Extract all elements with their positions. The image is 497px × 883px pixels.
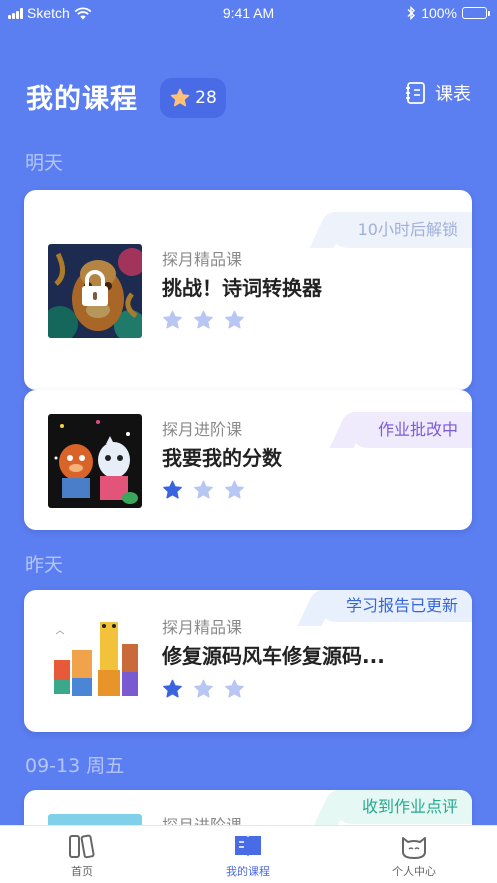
star-filled-icon xyxy=(163,480,182,499)
books-icon xyxy=(69,834,95,859)
schedule-icon xyxy=(406,82,425,104)
tab-profile-label: 个人中心 xyxy=(392,865,436,878)
status-tag: 作业批改中 xyxy=(349,412,472,448)
star-filled-icon xyxy=(163,679,182,698)
tab-my-courses[interactable]: 我的课程 xyxy=(188,832,308,879)
course-stars xyxy=(162,310,245,330)
star-empty-icon xyxy=(194,310,213,329)
section-label-yesterday: 昨天 xyxy=(25,554,64,576)
course-title: 挑战！诗词转换器 xyxy=(162,276,322,300)
course-stars xyxy=(162,480,245,500)
status-tag: 10小时后解锁 xyxy=(329,212,472,248)
bluetooth-icon xyxy=(407,6,416,20)
open-book-icon xyxy=(235,836,261,857)
course-title: 修复源码风车修复源码... xyxy=(162,644,385,668)
battery-icon xyxy=(462,7,490,19)
status-right: 100% xyxy=(407,5,490,21)
star-empty-icon xyxy=(225,310,244,329)
star-empty-icon xyxy=(225,679,244,698)
schedule-button[interactable]: 课表 xyxy=(405,80,471,106)
course-title: 我要我的分数 xyxy=(162,446,282,470)
tab-bar: 首页 我的课程 个人中心 xyxy=(0,825,497,883)
course-category: 探月进阶课 xyxy=(162,420,243,439)
tab-home-label: 首页 xyxy=(71,865,93,878)
characters-illustration xyxy=(48,414,142,508)
tab-my-courses-label: 我的课程 xyxy=(226,865,270,878)
star-count-badge[interactable]: 28 xyxy=(160,78,226,118)
course-category: 探月精品课 xyxy=(162,618,243,637)
star-count: 28 xyxy=(195,88,217,108)
schedule-label: 课表 xyxy=(435,84,471,105)
course-category: 探月精品课 xyxy=(162,250,243,269)
animals-illustration xyxy=(48,614,142,708)
star-empty-icon xyxy=(194,679,213,698)
cat-face-icon xyxy=(402,837,426,859)
status-bar: Sketch 9:41 AM 100% xyxy=(0,0,497,26)
star-empty-icon xyxy=(163,310,182,329)
star-empty-icon xyxy=(225,480,244,499)
battery-percent: 100% xyxy=(421,5,457,21)
status-tag: 学习报告已更新 xyxy=(317,590,472,622)
status-tag: 收到作业点评 xyxy=(333,790,472,824)
star-empty-icon xyxy=(194,480,213,499)
section-label-date: 09-13 周五 xyxy=(25,755,125,777)
tab-home[interactable]: 首页 xyxy=(22,832,142,879)
course-thumbnail xyxy=(48,614,142,708)
course-card-3[interactable]: 探月精品课 修复源码风车修复源码... 学习报告已更新 xyxy=(24,590,472,732)
star-icon xyxy=(170,88,190,107)
course-thumbnail xyxy=(48,244,142,338)
course-thumbnail xyxy=(48,414,142,508)
lock-icon xyxy=(82,270,108,306)
course-stars xyxy=(162,679,245,699)
tab-profile[interactable]: 个人中心 xyxy=(354,832,474,879)
course-card-2[interactable]: 探月进阶课 我要我的分数 作业批改中 xyxy=(24,390,472,530)
course-card-1[interactable]: 探月精品课 挑战！诗词转换器 10小时后解锁 xyxy=(24,190,472,390)
section-label-tomorrow: 明天 xyxy=(25,152,64,174)
page-title: 我的课程 xyxy=(26,84,138,115)
